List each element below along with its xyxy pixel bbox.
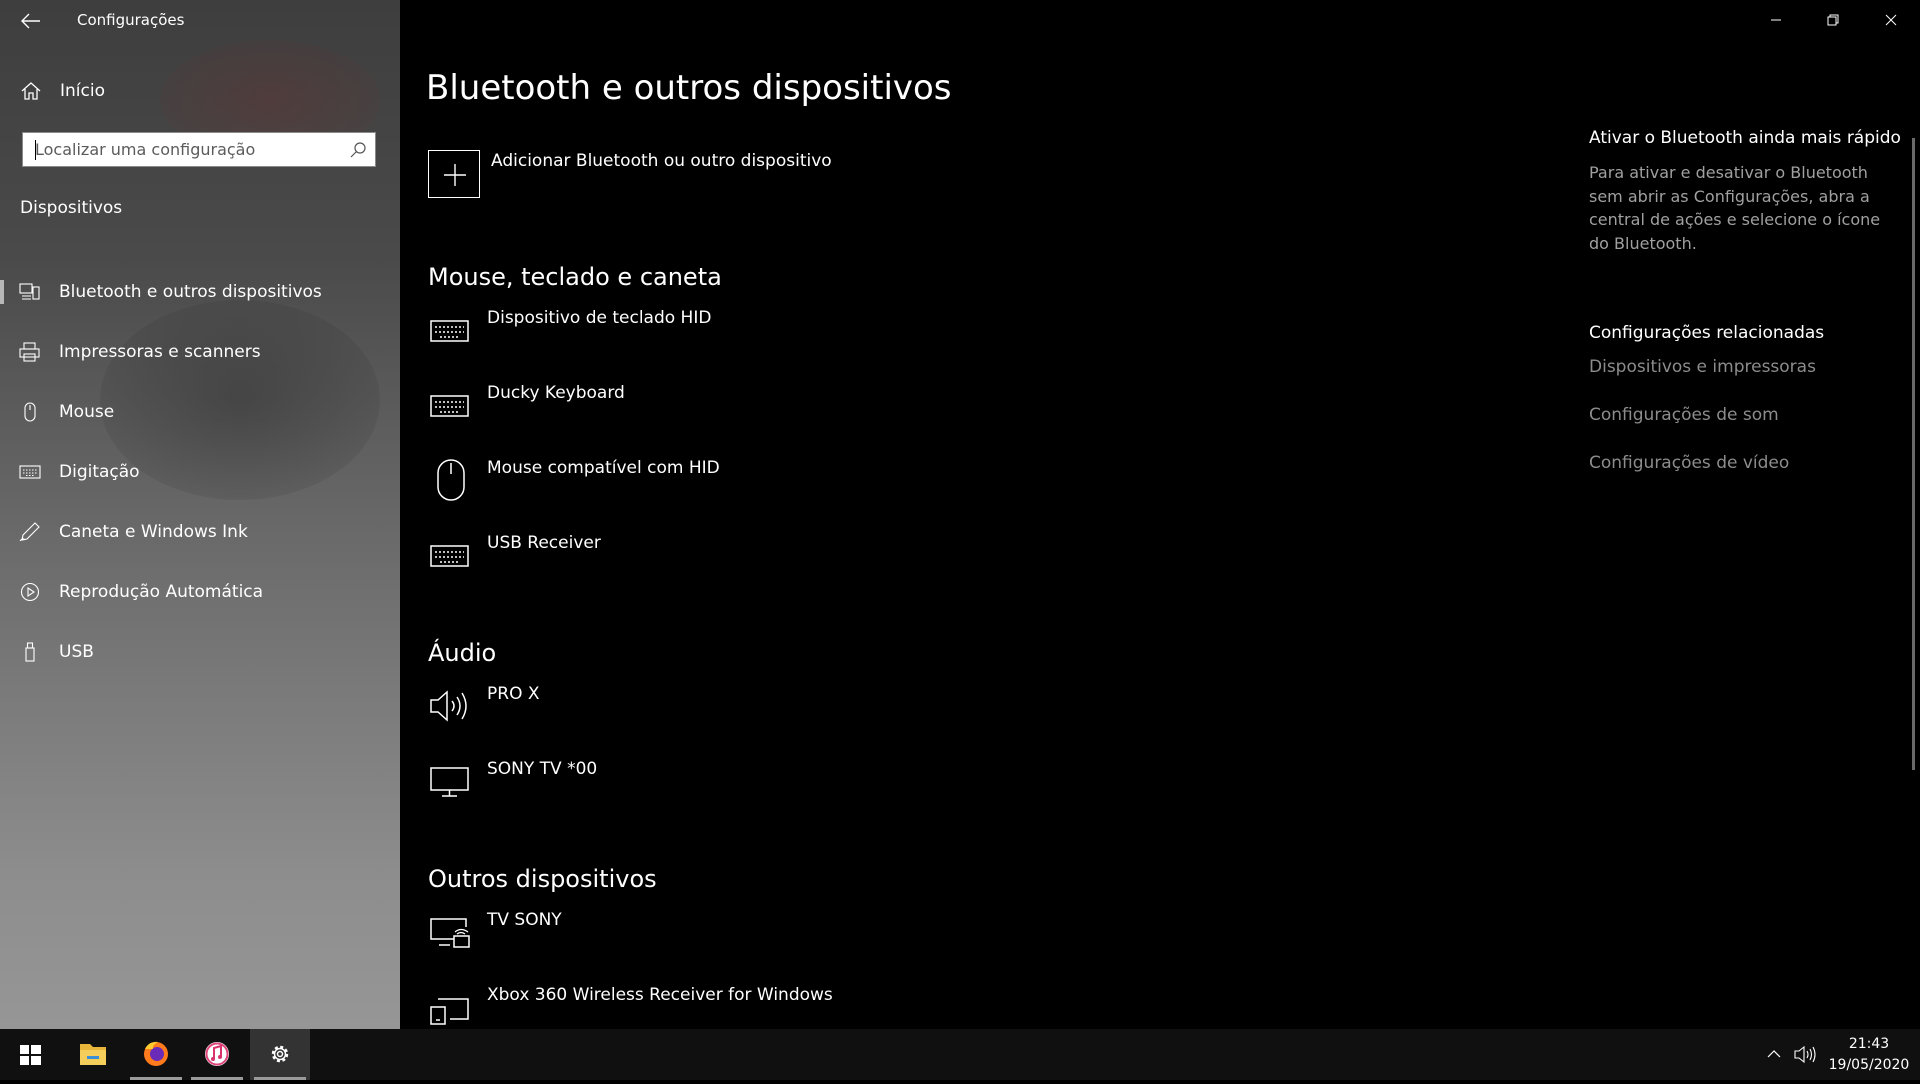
sidebar-item-mouse[interactable]: Mouse bbox=[0, 382, 400, 442]
related-link-display-settings[interactable]: Configurações de vídeo bbox=[1589, 453, 1789, 473]
device-item[interactable]: USB Receiver bbox=[428, 533, 1128, 593]
scrollbar[interactable] bbox=[1912, 138, 1915, 770]
mouse-icon bbox=[437, 459, 465, 501]
taskbar-file-explorer[interactable] bbox=[63, 1029, 123, 1080]
device-item[interactable]: Ducky Keyboard bbox=[428, 383, 1128, 443]
tip-title: Ativar o Bluetooth ainda mais rápido bbox=[1589, 128, 1901, 148]
related-settings-title: Configurações relacionadas bbox=[1589, 323, 1825, 343]
tip-body: Para ativar e desativar o Bluetooth sem … bbox=[1589, 163, 1881, 253]
pen-icon bbox=[19, 522, 40, 542]
start-button[interactable] bbox=[0, 1029, 60, 1080]
monitor-icon bbox=[430, 767, 469, 797]
device-label: Ducky Keyboard bbox=[487, 383, 625, 403]
related-link-devices-printers[interactable]: Dispositivos e impressoras bbox=[1589, 357, 1816, 377]
page-title: Bluetooth e outros dispositivos bbox=[426, 68, 952, 108]
text-caret bbox=[35, 140, 36, 160]
bluetooth-devices-icon bbox=[19, 283, 40, 300]
device-label: Xbox 360 Wireless Receiver for Windows bbox=[487, 985, 833, 1005]
sidebar-item-printers[interactable]: Impressoras e scanners bbox=[0, 322, 400, 382]
plus-icon bbox=[444, 164, 466, 186]
section-header: Dispositivos bbox=[20, 198, 123, 218]
minimize-button[interactable] bbox=[1764, 8, 1788, 32]
search-icon[interactable] bbox=[349, 141, 367, 159]
device-item[interactable]: Mouse compatível com HID bbox=[428, 458, 1128, 518]
sidebar-item-label: USB bbox=[59, 642, 94, 662]
minimize-icon bbox=[1771, 19, 1781, 21]
file-explorer-icon bbox=[80, 1044, 106, 1065]
back-button[interactable] bbox=[18, 10, 44, 32]
device-label: SONY TV *00 bbox=[487, 759, 598, 779]
mouse-icon bbox=[24, 402, 36, 422]
home-label: Início bbox=[60, 81, 105, 101]
related-link-sound-settings[interactable]: Configurações de som bbox=[1589, 405, 1779, 425]
home-link[interactable]: Início bbox=[20, 78, 105, 104]
taskbar-itunes[interactable] bbox=[187, 1029, 247, 1080]
category-header: Mouse, teclado e caneta bbox=[428, 263, 722, 291]
windows-start-icon bbox=[20, 1045, 41, 1065]
taskbar-clock[interactable]: 21:43 19/05/2020 bbox=[1826, 1034, 1912, 1076]
device-item[interactable]: PRO X bbox=[428, 684, 1128, 744]
sidebar-item-label: Impressoras e scanners bbox=[59, 342, 261, 362]
sidebar-item-label: Bluetooth e outros dispositivos bbox=[59, 282, 322, 302]
autoplay-icon bbox=[20, 582, 40, 602]
firefox-icon bbox=[144, 1041, 168, 1066]
add-device-button[interactable] bbox=[428, 150, 480, 198]
search-box[interactable] bbox=[22, 132, 376, 167]
category-header: Outros dispositivos bbox=[428, 865, 657, 893]
device-label: PRO X bbox=[487, 684, 540, 704]
taskbar: 21:43 19/05/2020 bbox=[0, 1029, 1920, 1080]
printer-icon bbox=[19, 342, 40, 362]
device-item[interactable]: Dispositivo de teclado HID bbox=[428, 308, 1128, 368]
taskbar-firefox[interactable] bbox=[126, 1029, 186, 1080]
back-arrow-icon bbox=[21, 13, 40, 29]
device-label: Mouse compatível com HID bbox=[487, 458, 720, 478]
chevron-up-icon bbox=[1767, 1050, 1781, 1058]
sidebar-item-label: Caneta e Windows Ink bbox=[59, 522, 248, 542]
sidebar-item-label: Mouse bbox=[59, 402, 115, 422]
clock-date: 19/05/2020 bbox=[1828, 1057, 1910, 1073]
restore-icon bbox=[1827, 14, 1839, 26]
device-item[interactable]: SONY TV *00 bbox=[428, 759, 1128, 819]
sidebar-item-typing[interactable]: Digitação bbox=[0, 442, 400, 502]
itunes-icon bbox=[205, 1042, 229, 1066]
usb-icon bbox=[25, 642, 35, 662]
keyboard-icon bbox=[430, 320, 469, 342]
keyboard-icon bbox=[430, 395, 469, 417]
close-button[interactable] bbox=[1879, 8, 1903, 32]
volume-icon bbox=[1794, 1045, 1816, 1064]
device-label: USB Receiver bbox=[487, 533, 601, 553]
close-icon bbox=[1885, 14, 1897, 26]
category-header: Áudio bbox=[428, 639, 497, 667]
device-label: TV SONY bbox=[487, 910, 562, 930]
settings-gear-icon bbox=[271, 1045, 289, 1063]
taskbar-settings[interactable] bbox=[250, 1029, 310, 1080]
sidebar-item-usb[interactable]: USB bbox=[0, 622, 400, 682]
keyboard-icon bbox=[430, 545, 469, 567]
search-input[interactable] bbox=[23, 133, 335, 166]
network-display-icon bbox=[430, 918, 470, 948]
add-device-label[interactable]: Adicionar Bluetooth ou outro dispositivo bbox=[491, 151, 832, 171]
sidebar-item-label: Digitação bbox=[59, 462, 140, 482]
speaker-icon bbox=[430, 690, 467, 722]
sidebar-item-bluetooth[interactable]: Bluetooth e outros dispositivos bbox=[0, 262, 400, 322]
volume-button[interactable] bbox=[1792, 1029, 1820, 1080]
keyboard-icon bbox=[19, 465, 41, 479]
window-title: Configurações bbox=[77, 11, 185, 29]
sidebar: Configurações Início Dispositivos Blueto… bbox=[0, 0, 400, 1029]
device-icon bbox=[430, 998, 469, 1025]
device-label: Dispositivo de teclado HID bbox=[487, 308, 712, 328]
show-hidden-icons-button[interactable] bbox=[1762, 1029, 1786, 1080]
sidebar-item-pen[interactable]: Caneta e Windows Ink bbox=[0, 502, 400, 562]
sidebar-item-autoplay[interactable]: Reprodução Automática bbox=[0, 562, 400, 622]
sidebar-nav: Bluetooth e outros dispositivos Impresso… bbox=[0, 262, 400, 682]
clock-time: 21:43 bbox=[1848, 1036, 1890, 1052]
sidebar-item-label: Reprodução Automática bbox=[59, 582, 264, 602]
device-item[interactable]: TV SONY bbox=[428, 910, 1128, 970]
home-icon bbox=[21, 82, 41, 100]
restore-button[interactable] bbox=[1821, 8, 1845, 32]
